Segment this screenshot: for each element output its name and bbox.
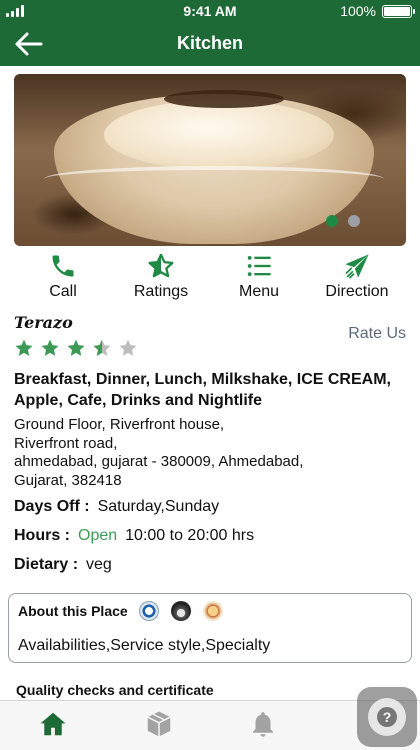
hours-value: 10:00 to 20:00 hrs [125,527,255,544]
bell-icon[interactable] [248,709,278,739]
address-line: Gujarat, 382418 [14,471,122,489]
carousel-dots[interactable] [326,215,360,227]
logo-icon [203,601,223,621]
direction-label: Direction [325,283,389,300]
open-status-badge: Open [78,527,118,544]
star-full-icon [41,339,59,356]
days-off-row: Days Off : Saturday,Sunday [14,498,219,516]
star-empty-icon [119,339,137,356]
quality-section-title: Quality checks and certificate [16,682,214,698]
direction-button[interactable]: Direction [307,252,407,302]
days-off-label: Days Off : [14,498,90,515]
days-off-value: Saturday,Sunday [97,498,220,515]
place-name: Terazo [14,313,73,332]
assistive-touch-button[interactable]: ? [357,687,417,747]
about-content: Availabilities,Service style,Specialty [18,637,271,654]
page-title: Kitchen [176,33,243,53]
box-icon[interactable] [144,709,174,739]
battery-percentage: 100% [340,3,376,19]
ratings-button[interactable]: Ratings [111,252,211,302]
star-half-icon [93,339,111,356]
call-label: Call [49,283,77,300]
badge-icon [139,601,159,621]
rate-us-link[interactable]: Rate Us [348,325,406,343]
place-address: Ground Floor, Riverfront house, Riverfro… [14,416,406,490]
list-icon [247,255,271,277]
send-icon [345,254,369,279]
address-line: Riverfront road, [14,434,118,452]
dietary-row: Dietary : veg [14,556,112,574]
dietary-label: Dietary : [14,556,79,573]
star-half-icon [148,253,174,278]
menu-label: Menu [238,283,280,300]
group-photo-icon [171,601,191,621]
carousel-dot-2[interactable] [348,215,360,227]
menu-button[interactable]: Menu [209,252,309,302]
hours-label: Hours : [14,527,70,544]
about-this-place-card[interactable]: About this Place Availabilities,Service … [8,593,412,663]
ratings-label: Ratings [133,283,189,300]
carousel-dot-1[interactable] [326,215,338,227]
navigation-bar: Kitchen [0,22,420,66]
status-bar: 9:41 AM 100% [0,0,420,22]
battery-icon [382,5,415,18]
dietary-value: veg [86,556,112,573]
address-line: Ground Floor, Riverfront house, [14,416,225,433]
rating-stars [14,338,138,358]
home-icon[interactable] [38,709,68,739]
help-icon: ? [377,707,397,727]
call-button[interactable]: Call [13,252,113,302]
address-line: ahmedabad, gujarat - 380009, Ahmedabad, [14,453,304,470]
hours-row: Hours : Open 10:00 to 20:00 hrs [14,527,254,545]
action-row: Call Ratings Menu Direction [0,252,420,302]
about-icons [139,601,223,621]
about-title: About this Place [18,603,128,619]
phone-icon [52,255,74,277]
star-full-icon [67,339,85,356]
place-categories: Breakfast, Dinner, Lunch, Milkshake, ICE… [14,371,391,409]
star-full-icon [15,339,33,356]
